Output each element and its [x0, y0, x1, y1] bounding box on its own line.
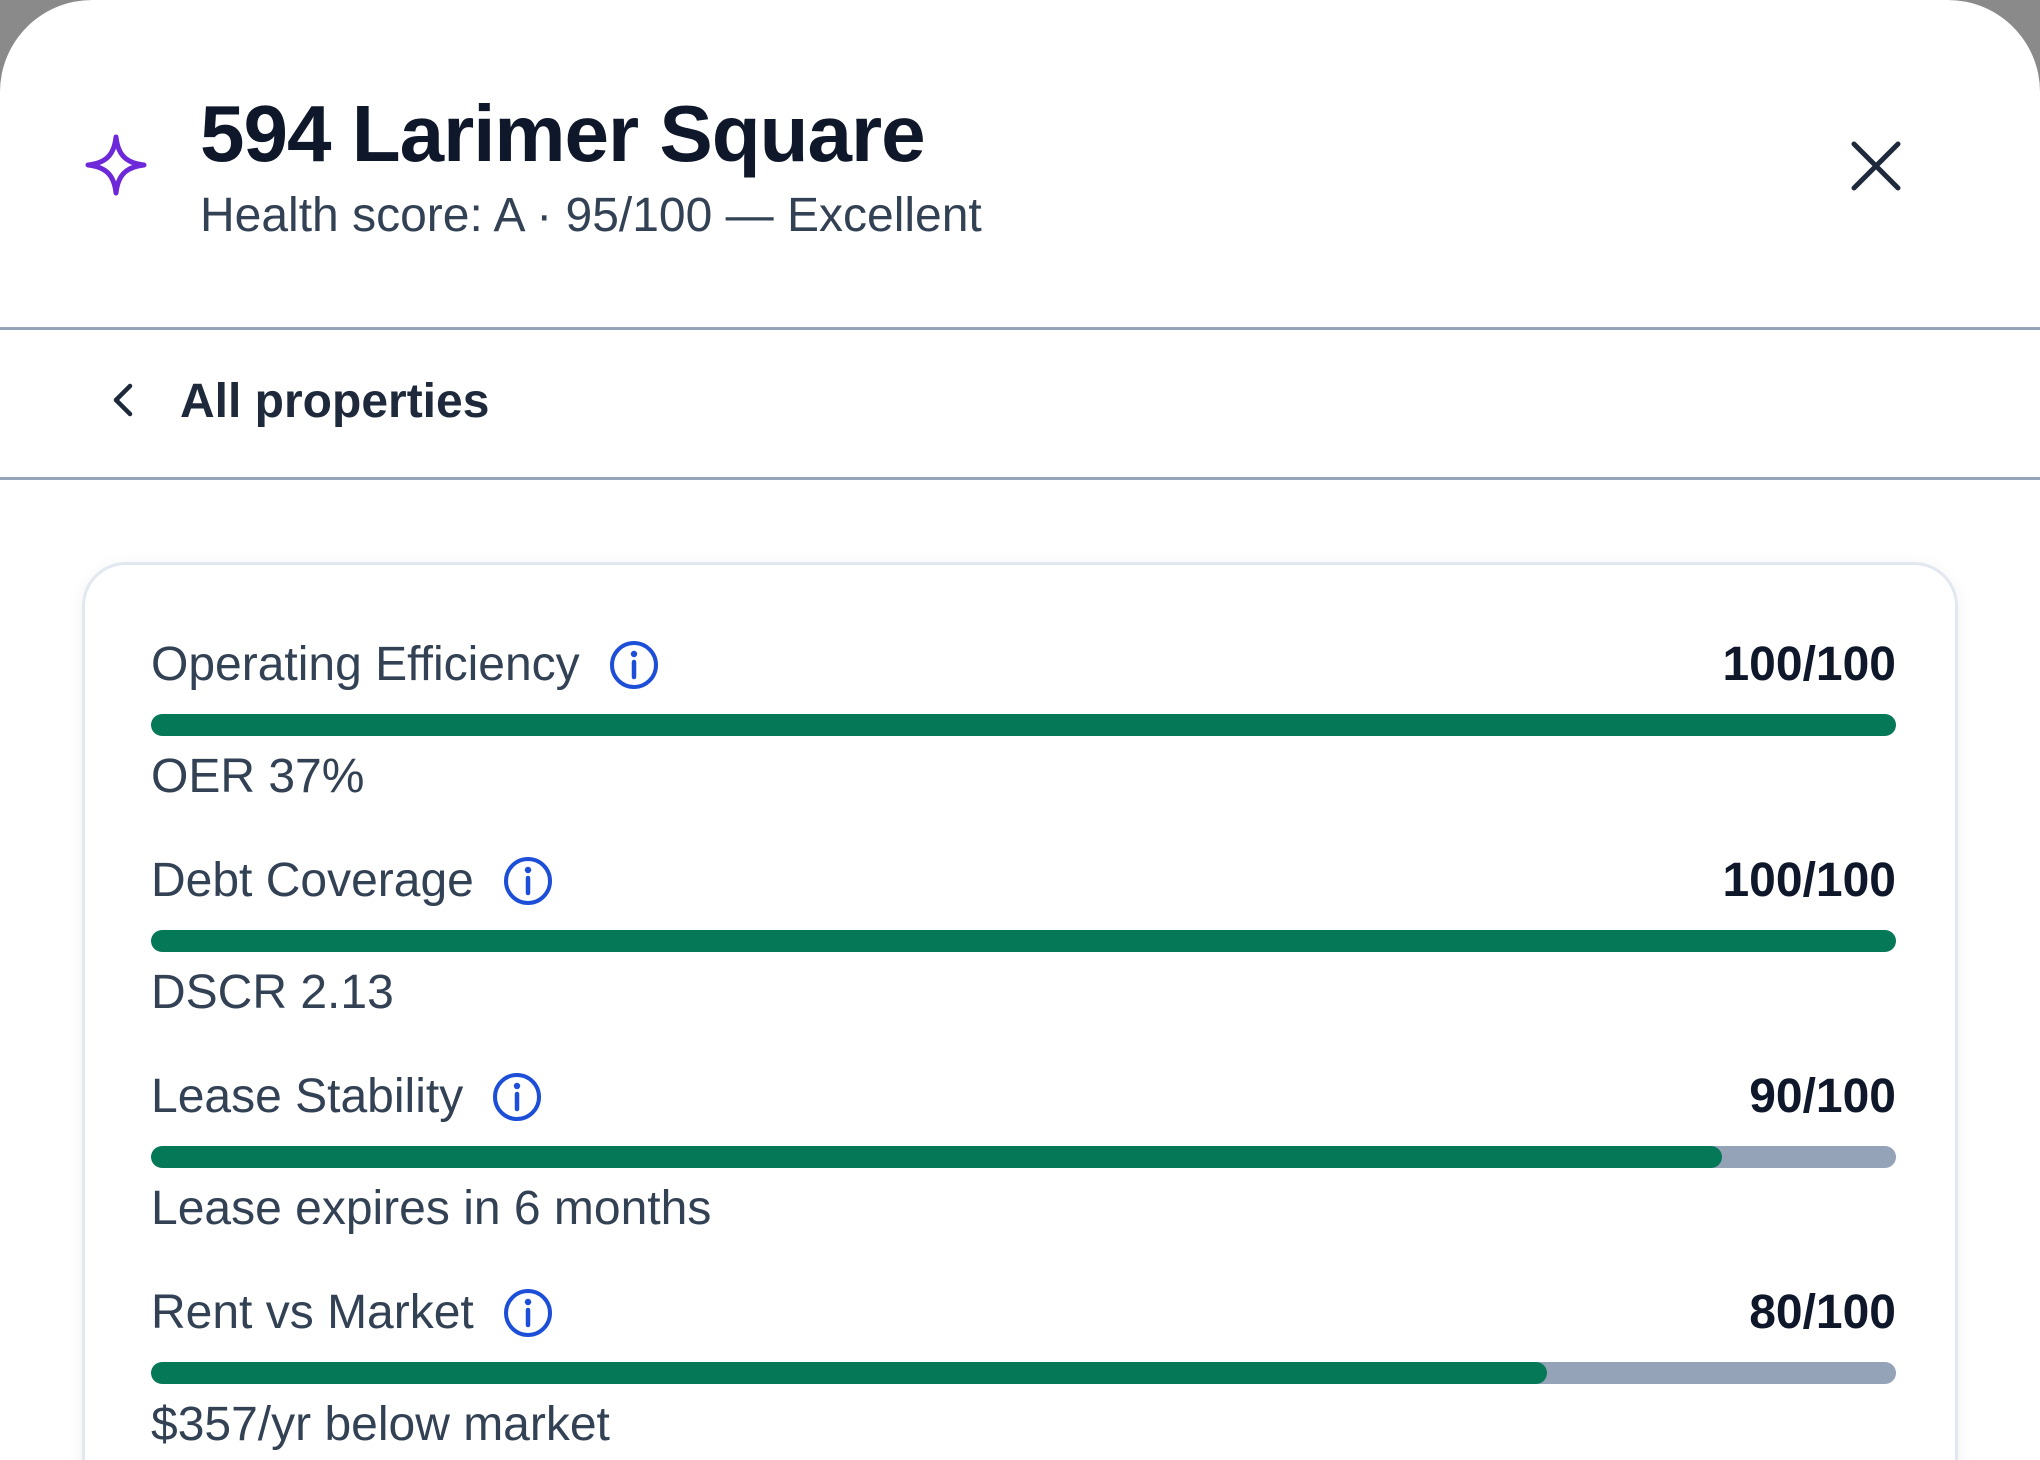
metric-detail: Lease expires in 6 months — [151, 1182, 712, 1235]
metric-row-lease-stability: Lease Stability 90/100 Lease expires in 6 … — [151, 1067, 1896, 1277]
metric-label: Rent vs Market — [151, 1283, 554, 1343]
metric-label-text: Lease Stability — [151, 1070, 464, 1123]
metric-detail: DSCR 2.13 — [151, 966, 394, 1019]
info-icon[interactable] — [491, 1071, 543, 1123]
page-title: 594 Larimer Square — [200, 89, 926, 178]
info-icon[interactable] — [608, 639, 660, 691]
metric-score: 90/100 — [1749, 1070, 1896, 1123]
score-bar-track — [151, 714, 1896, 736]
metric-label-text: Debt Coverage — [151, 854, 474, 907]
metric-row-operating-efficiency: Operating Efficiency 100/100 OER 37% — [151, 635, 1896, 845]
metric-score: 100/100 — [1722, 854, 1896, 907]
metric-detail: OER 37% — [151, 750, 365, 803]
metric-label: Operating Efficiency — [151, 635, 660, 695]
sparkle-icon — [85, 134, 147, 196]
metric-row-debt-coverage: Debt Coverage 100/100 DSCR 2.13 — [151, 851, 1896, 1061]
close-icon[interactable] — [1846, 136, 1906, 196]
score-bar-fill — [151, 1362, 1547, 1384]
back-link-label: All properties — [180, 375, 490, 428]
score-bar-track — [151, 930, 1896, 952]
score-bar-fill — [151, 930, 1896, 952]
metric-label: Lease Stability — [151, 1067, 543, 1127]
info-icon[interactable] — [502, 855, 554, 907]
property-detail-sheet: 594 Larimer Square Health score: A · 95/… — [0, 0, 2040, 1460]
metric-label-text: Rent vs Market — [151, 1286, 474, 1339]
chevron-left-icon — [113, 383, 133, 417]
health-breakdown-card: Operating Efficiency 100/100 OER 37% Debt C… — [82, 562, 1958, 1460]
info-icon[interactable] — [502, 1287, 554, 1339]
metric-score: 80/100 — [1749, 1286, 1896, 1339]
health-score-subtitle: Health score: A · 95/100 — Excellent — [200, 189, 982, 242]
score-bar-track — [151, 1146, 1896, 1168]
metric-row-rent-vs-market: Rent vs Market 80/100 $357/yr below market — [151, 1283, 1896, 1460]
metric-label-text: Operating Efficiency — [151, 638, 580, 691]
back-to-all-properties[interactable]: All properties — [0, 330, 2040, 480]
metric-label: Debt Coverage — [151, 851, 554, 911]
score-bar-track — [151, 1362, 1896, 1384]
score-bar-fill — [151, 1146, 1722, 1168]
sheet-header: 594 Larimer Square Health score: A · 95/… — [0, 0, 2040, 330]
metric-detail: $357/yr below market — [151, 1398, 610, 1451]
score-bar-fill — [151, 714, 1896, 736]
metric-score: 100/100 — [1722, 638, 1896, 691]
